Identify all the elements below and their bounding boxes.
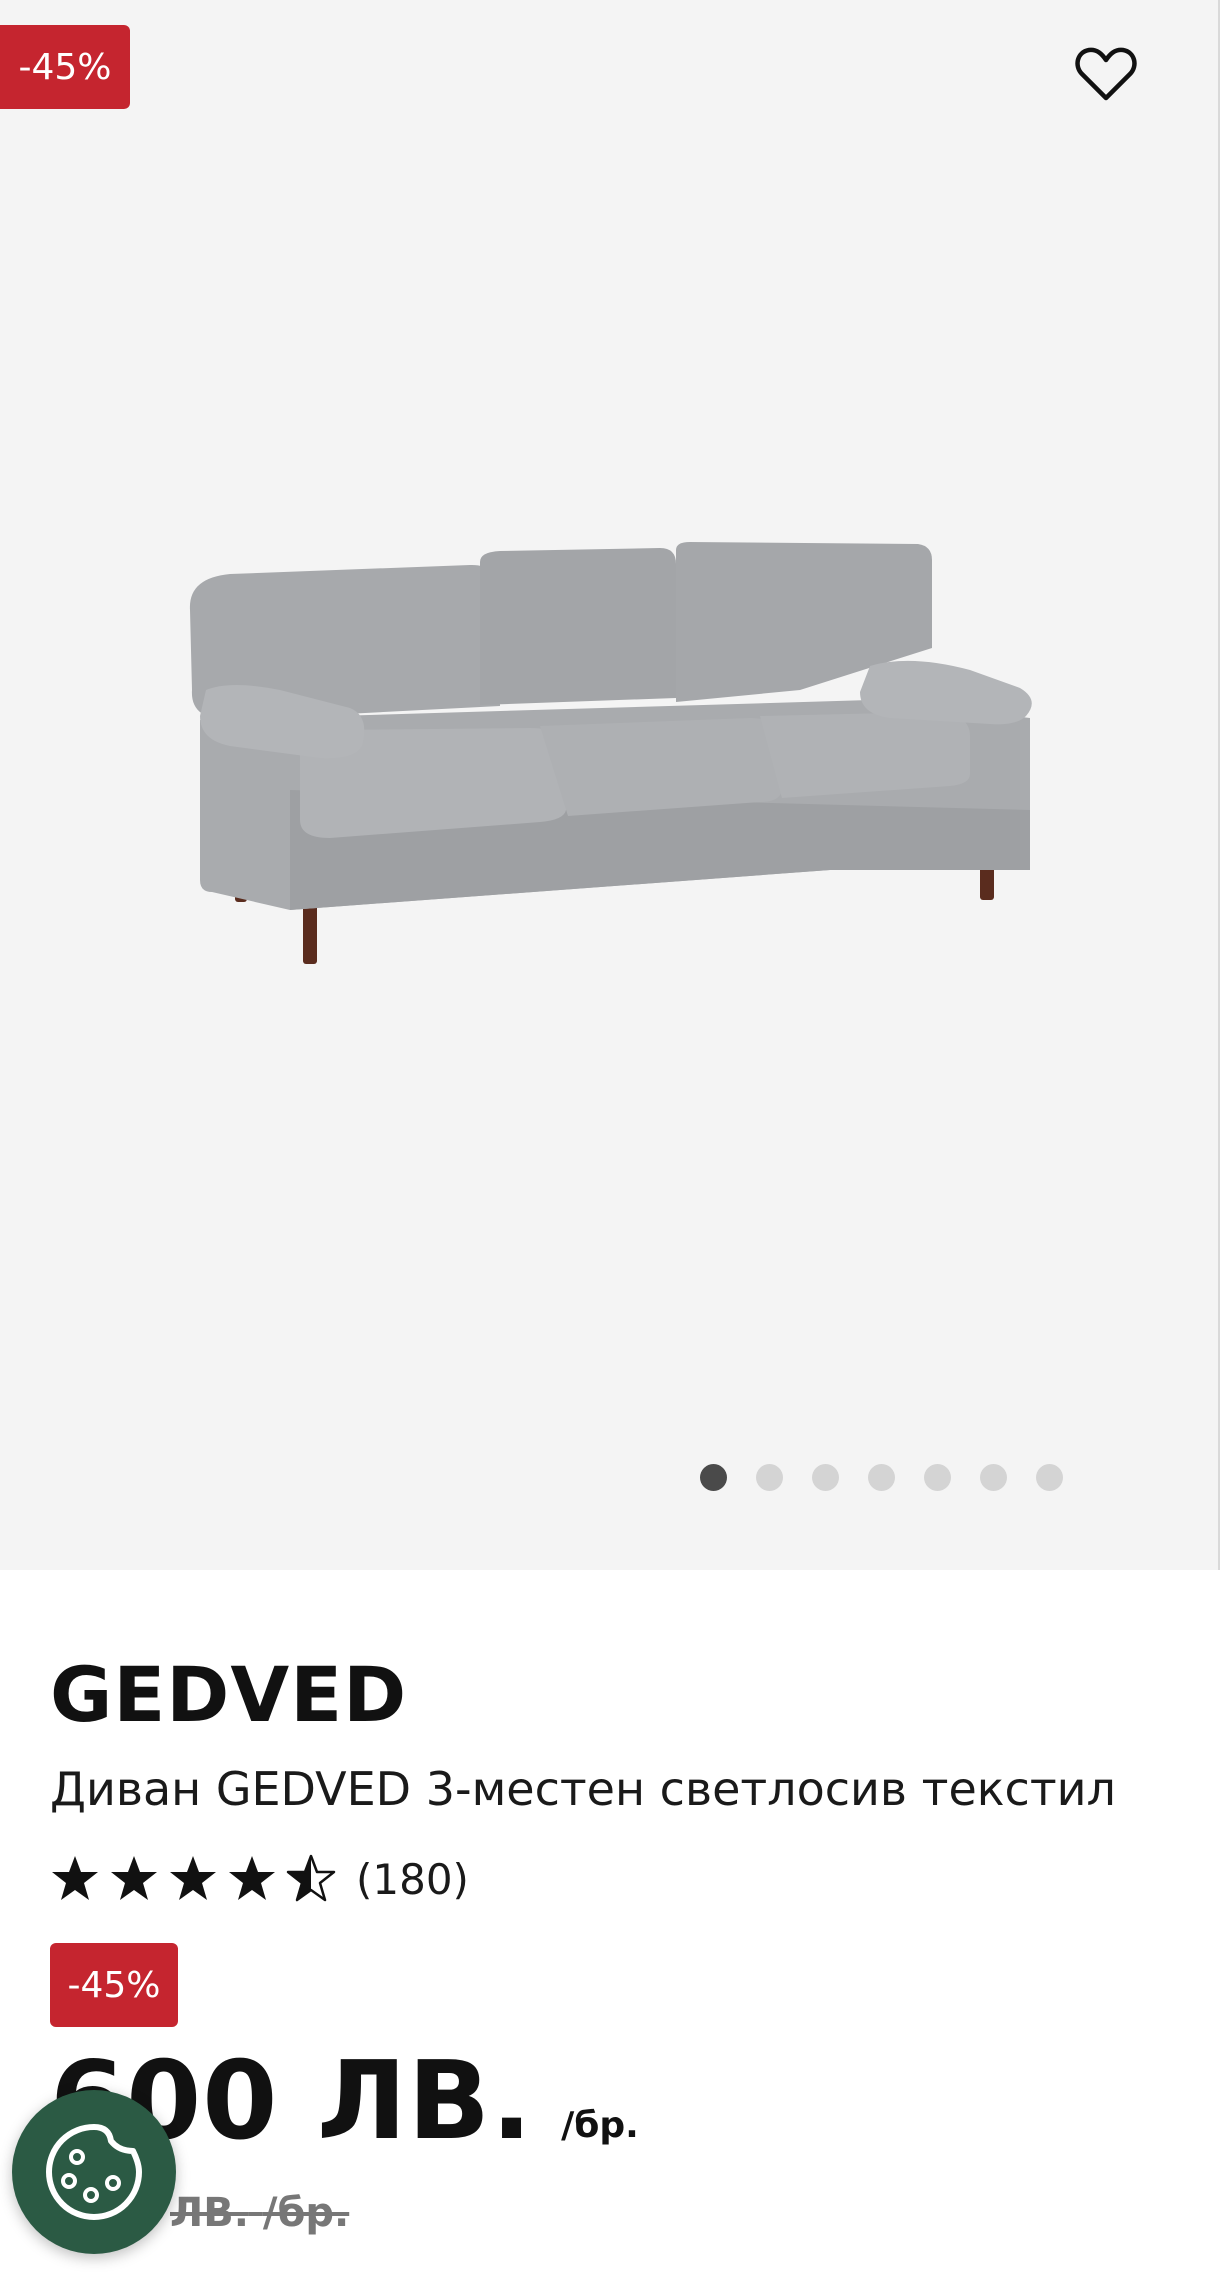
star-filled-icon — [111, 1856, 157, 1900]
product-rating[interactable]: (180) — [50, 1850, 469, 1908]
heart-outline-icon[interactable] — [1075, 46, 1137, 102]
armrest-right — [860, 660, 1032, 725]
pagination-dot-5[interactable] — [924, 1464, 951, 1491]
pagination-dot-1[interactable] — [700, 1464, 727, 1491]
sofa-product-image — [189, 542, 1032, 964]
product-image-gallery[interactable]: -45% — [0, 0, 1220, 1570]
back-cushion-middle — [480, 548, 676, 705]
pagination-dot-3[interactable] — [812, 1464, 839, 1491]
product-title: Диван GEDVED 3-местен светлосив текстил — [50, 1762, 1116, 1816]
pagination-dot-7[interactable] — [1036, 1464, 1063, 1491]
product-brand: GEDVED — [50, 1650, 408, 1739]
review-count[interactable]: (180) — [356, 1855, 469, 1904]
pagination-dot-6[interactable] — [980, 1464, 1007, 1491]
discount-badge-gallery: -45% — [0, 25, 130, 109]
cookie-icon — [46, 2124, 142, 2220]
star-filled-icon — [229, 1856, 275, 1900]
seat-cushion-middle — [540, 718, 782, 816]
pagination-dot-4[interactable] — [868, 1464, 895, 1491]
star-half-icon — [286, 1854, 336, 1902]
discount-badge: -45% — [50, 1943, 178, 2027]
price-unit: /бр. — [561, 2105, 639, 2146]
rating-stars — [50, 1854, 336, 1904]
pagination-dot-2[interactable] — [756, 1464, 783, 1491]
star-filled-icon — [52, 1856, 98, 1900]
image-pagination-dots — [700, 1464, 1063, 1491]
product-page: -45% GEDVED Диван GEDVED 3-местен светло… — [0, 0, 1220, 2272]
cookie-settings-button[interactable] — [12, 2090, 176, 2254]
old-price-unit: /бр. — [262, 2190, 350, 2236]
seat-cushion-right — [760, 712, 970, 798]
old-price-amount: ЛВ. — [170, 2190, 249, 2236]
star-filled-icon — [170, 1856, 216, 1900]
